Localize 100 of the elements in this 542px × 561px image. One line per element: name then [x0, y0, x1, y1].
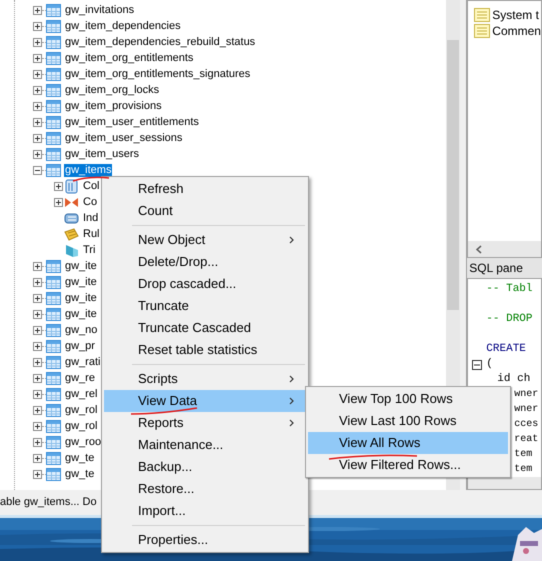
- menu-item[interactable]: View Filtered Rows...: [308, 454, 508, 476]
- expand-icon[interactable]: [33, 422, 42, 430]
- menu-item[interactable]: Restore...: [104, 478, 306, 500]
- trigger-icon: [64, 242, 79, 258]
- tree-item[interactable]: gw_pr: [64, 340, 96, 352]
- tree-item[interactable]: gw_ite: [64, 308, 98, 320]
- expand-icon[interactable]: [33, 86, 42, 94]
- pane-title: SQL pane: [467, 258, 542, 278]
- tree-item[interactable]: Ind: [83, 212, 98, 224]
- tree-item[interactable]: gw_item_provisions: [64, 100, 163, 112]
- scroll-left-icon[interactable]: [476, 244, 482, 254]
- table-icon: [46, 356, 61, 368]
- expand-icon[interactable]: [33, 438, 42, 446]
- expand-icon[interactable]: [33, 294, 42, 302]
- expand-icon[interactable]: [33, 326, 42, 334]
- tree-item[interactable]: gw_rol: [64, 404, 98, 416]
- tree-item[interactable]: gw_re: [64, 372, 96, 384]
- menu-item[interactable]: View Data: [104, 390, 306, 412]
- expand-icon[interactable]: [33, 38, 42, 46]
- expand-icon[interactable]: [33, 374, 42, 382]
- tree-item[interactable]: gw_rol: [64, 420, 98, 432]
- menu-item[interactable]: Scripts: [104, 368, 306, 390]
- list-icon: [474, 8, 490, 22]
- table-icon: [46, 132, 61, 144]
- table-icon: [46, 4, 61, 16]
- tree-item[interactable]: Rul: [83, 228, 100, 240]
- expand-icon[interactable]: [33, 54, 42, 62]
- menu-item[interactable]: New Object: [104, 229, 306, 251]
- tree-item[interactable]: gw_item_user_entitlements: [64, 116, 200, 128]
- property-item[interactable]: System t: [492, 6, 539, 24]
- expand-icon[interactable]: [33, 22, 42, 30]
- menu-item[interactable]: Backup...: [104, 456, 306, 478]
- tree-item[interactable]: Co: [83, 196, 98, 208]
- property-item[interactable]: Commen: [492, 22, 541, 40]
- tree-item[interactable]: gw_items: [64, 164, 112, 176]
- expand-icon[interactable]: [33, 358, 42, 366]
- tree-item[interactable]: gw_no: [64, 324, 98, 336]
- collapse-icon[interactable]: [472, 360, 482, 370]
- tree-item[interactable]: gw_rati: [64, 356, 102, 368]
- expand-icon[interactable]: [54, 182, 63, 190]
- menu-item[interactable]: Delete/Drop...: [104, 251, 306, 273]
- code-line: reat: [514, 433, 538, 447]
- expand-icon[interactable]: [33, 150, 42, 158]
- index-icon: [64, 210, 79, 226]
- expand-icon[interactable]: [33, 6, 42, 14]
- menu-item[interactable]: Truncate: [104, 295, 306, 317]
- collapse-icon[interactable]: [33, 166, 42, 174]
- menu-item[interactable]: Reports: [104, 412, 306, 434]
- menu-item[interactable]: Properties...: [104, 529, 306, 551]
- menu-item[interactable]: Truncate Cascaded: [104, 317, 306, 339]
- tree-item[interactable]: Tri: [83, 244, 96, 256]
- tree-item[interactable]: Col: [83, 180, 100, 192]
- expand-icon[interactable]: [33, 390, 42, 398]
- tree-item[interactable]: gw_item_users: [64, 148, 140, 160]
- tree-item[interactable]: gw_ite: [64, 260, 98, 272]
- underline-mark: [72, 176, 110, 182]
- tree-item[interactable]: gw_item_org_entitlements: [64, 52, 194, 64]
- menu-item[interactable]: View All Rows: [308, 432, 508, 454]
- menu-item[interactable]: View Last 100 Rows: [308, 410, 508, 432]
- tree-item[interactable]: gw_invitations: [64, 4, 136, 16]
- expand-icon[interactable]: [33, 278, 42, 286]
- tree-item[interactable]: gw_item_dependencies: [64, 20, 182, 32]
- scrollbar-thumb[interactable]: [446, 40, 460, 310]
- menu-item[interactable]: Count: [104, 200, 306, 222]
- table-icon: [46, 292, 61, 304]
- menu-item[interactable]: Import...: [104, 500, 306, 522]
- tree-item[interactable]: gw_item_dependencies_rebuild_status: [64, 36, 256, 48]
- expand-icon[interactable]: [33, 70, 42, 78]
- menu-item[interactable]: Refresh: [104, 178, 306, 200]
- expand-icon[interactable]: [33, 118, 42, 126]
- expand-icon[interactable]: [33, 262, 42, 270]
- expand-icon[interactable]: [33, 406, 42, 414]
- tree-item[interactable]: gw_te: [64, 452, 96, 464]
- expand-icon[interactable]: [33, 134, 42, 142]
- horizontal-scrollbar[interactable]: [468, 477, 541, 489]
- table-icon: [46, 452, 61, 464]
- table-icon: [46, 420, 61, 432]
- expand-icon[interactable]: [54, 198, 63, 206]
- tree-item[interactable]: gw_te: [64, 468, 96, 480]
- tree-item[interactable]: gw_item_org_entitlements_signatures: [64, 68, 252, 80]
- tree-item[interactable]: gw_roo: [64, 436, 102, 448]
- horizontal-scrollbar[interactable]: [468, 241, 541, 257]
- menu-item[interactable]: Reset table statistics: [104, 339, 306, 361]
- tree-item[interactable]: gw_rel: [64, 388, 98, 400]
- code-line: (: [486, 357, 493, 372]
- expand-icon[interactable]: [33, 454, 42, 462]
- code-line: id ch: [497, 372, 530, 388]
- tree-item[interactable]: gw_ite: [64, 292, 98, 304]
- tree-item[interactable]: gw_item_org_locks: [64, 84, 160, 96]
- menu-item[interactable]: Drop cascaded...: [104, 273, 306, 295]
- expand-icon[interactable]: [33, 470, 42, 478]
- expand-icon[interactable]: [33, 102, 42, 110]
- menu-item[interactable]: Maintenance...: [104, 434, 306, 456]
- tree-item[interactable]: gw_ite: [64, 276, 98, 288]
- expand-icon[interactable]: [33, 342, 42, 350]
- table-icon: [46, 20, 61, 32]
- table-icon: [46, 100, 61, 112]
- expand-icon[interactable]: [33, 310, 42, 318]
- tree-item[interactable]: gw_item_user_sessions: [64, 132, 184, 144]
- menu-item[interactable]: View Top 100 Rows: [308, 388, 508, 410]
